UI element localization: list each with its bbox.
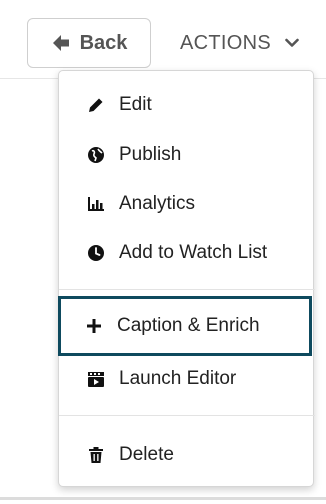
menu-item-label: Delete: [119, 444, 174, 465]
menu-item-publish[interactable]: Publish: [59, 130, 315, 180]
menu-divider: [59, 415, 315, 416]
menu-divider: [59, 289, 315, 290]
menu-item-analytics[interactable]: Analytics: [59, 179, 315, 229]
menu-item-label: Launch Editor: [119, 368, 237, 389]
menu-item-caption-enrich[interactable]: Caption & Enrich: [58, 296, 312, 356]
back-button[interactable]: Back: [27, 18, 151, 68]
menu-item-delete[interactable]: Delete: [59, 430, 315, 480]
arrow-left-icon: [52, 35, 69, 51]
page: Back ACTIONS Edit Publish Analytics Add …: [0, 0, 326, 504]
page-bottom-divider: [0, 497, 326, 500]
actions-dropdown-toggle[interactable]: ACTIONS: [172, 18, 322, 68]
menu-item-label: Caption & Enrich: [117, 315, 260, 336]
menu-item-label: Add to Watch List: [119, 242, 268, 263]
chevron-down-icon: [285, 38, 299, 47]
menu-item-label: Analytics: [119, 193, 196, 214]
actions-label: ACTIONS: [180, 31, 271, 54]
menu-item-label: Edit: [119, 94, 152, 115]
menu-item-edit[interactable]: Edit: [59, 80, 315, 130]
plus-icon: [83, 315, 105, 337]
bar-chart-icon: [85, 193, 107, 215]
actions-menu: Edit Publish Analytics Add to Watch List…: [58, 70, 315, 487]
globe-icon: [85, 144, 107, 166]
menu-item-launch-editor[interactable]: Launch Editor: [59, 354, 315, 404]
menu-item-label: Publish: [119, 144, 182, 165]
back-label: Back: [79, 31, 128, 54]
clock-icon: [85, 242, 107, 264]
clapperboard-icon: [85, 368, 107, 390]
trash-icon: [85, 444, 107, 466]
pencil-icon: [85, 94, 107, 116]
menu-item-add-to-watch-list[interactable]: Add to Watch List: [59, 228, 315, 278]
